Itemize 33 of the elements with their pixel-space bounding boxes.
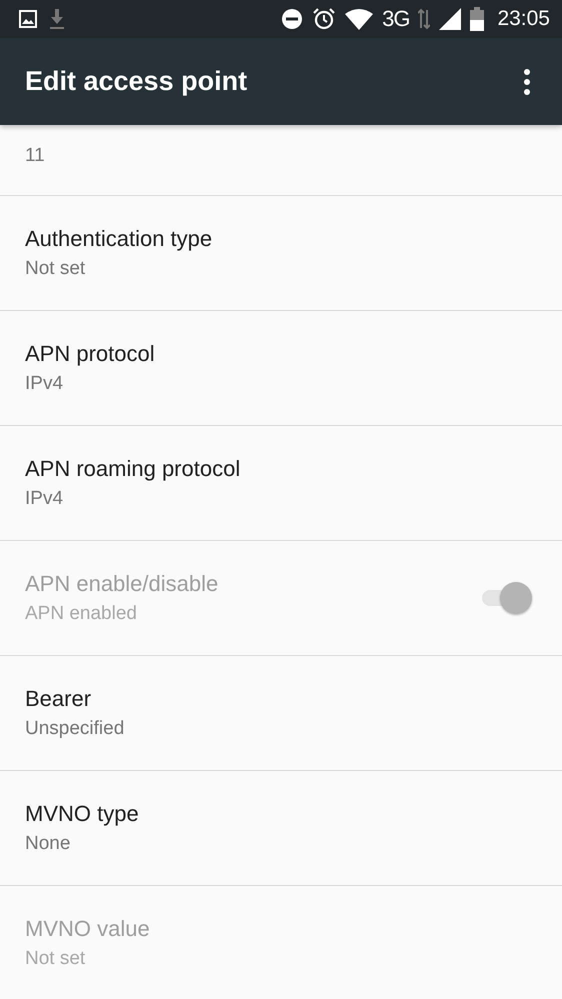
- battery-icon: [470, 7, 484, 31]
- clock: 23:05: [497, 7, 550, 31]
- setting-title: APN roaming protocol: [25, 456, 240, 482]
- do-not-disturb-icon: [281, 8, 304, 30]
- settings-item[interactable]: APN protocol IPv4: [0, 311, 562, 426]
- setting-title: Bearer: [25, 686, 92, 712]
- wifi-icon: [345, 8, 374, 30]
- settings-item[interactable]: 11: [0, 125, 562, 196]
- settings-item[interactable]: Bearer Unspecified: [0, 656, 562, 771]
- more-options-icon[interactable]: [522, 68, 532, 96]
- setting-value: APN enabled: [25, 603, 137, 625]
- setting-value: None: [25, 833, 70, 855]
- alarm-icon: [312, 7, 336, 31]
- setting-title: APN protocol: [25, 341, 155, 367]
- setting-value: Unspecified: [25, 718, 124, 740]
- setting-value: Not set: [25, 948, 86, 970]
- data-arrows-icon: [418, 8, 430, 30]
- screen-title: Edit access point: [25, 66, 248, 97]
- download-icon: [47, 8, 67, 30]
- setting-value: IPv4: [25, 373, 64, 395]
- network-type: 3G: [382, 6, 410, 32]
- setting-value: Not set: [25, 258, 86, 280]
- settings-item[interactable]: APN roaming protocol IPv4: [0, 426, 562, 541]
- setting-title: MVNO type: [25, 801, 139, 827]
- setting-title: MVNO value: [25, 916, 150, 942]
- setting-title: Authentication type: [25, 226, 212, 252]
- setting-value: IPv4: [25, 488, 64, 510]
- setting-value: 11: [25, 145, 45, 167]
- settings-item[interactable]: MVNO type None: [0, 771, 562, 886]
- setting-title: APN enable/disable: [25, 571, 218, 597]
- settings-item[interactable]: Authentication type Not set: [0, 196, 562, 311]
- image-icon: [18, 9, 38, 29]
- signal-icon: [439, 8, 462, 30]
